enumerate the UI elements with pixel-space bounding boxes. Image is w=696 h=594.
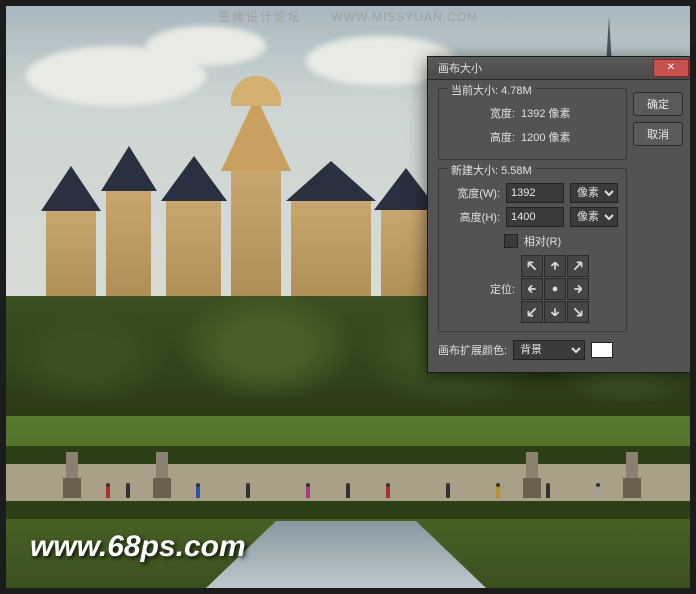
watermark-bottom: www.68ps.com [30,530,246,564]
extension-color-label: 画布扩展颜色: [438,342,513,358]
anchor-bottom-center[interactable] [544,301,566,323]
current-size-heading: 当前大小: [451,85,498,97]
anchor-bottom-left[interactable] [521,301,543,323]
ok-button[interactable]: 确定 [633,92,683,116]
cancel-button[interactable]: 取消 [633,122,683,146]
new-width-label: 宽度(W): [447,185,506,201]
extension-color-select[interactable]: 背景 [513,340,585,360]
new-height-label: 高度(H): [447,209,506,225]
width-unit-select[interactable]: 像素 [570,183,618,203]
dialog-titlebar[interactable]: 画布大小 ✕ [428,57,690,80]
close-button[interactable]: ✕ [653,59,689,77]
current-height-label: 高度: [447,129,521,145]
dialog-title: 画布大小 [438,60,482,76]
anchor-grid [521,255,589,323]
current-height-value: 1200 像素 [521,129,571,145]
new-size-section: 新建大小: 5.58M 宽度(W): 像素 高度(H): [438,168,627,332]
anchor-top-left[interactable] [521,255,543,277]
height-input[interactable] [506,207,564,227]
new-size-value: 5.58M [501,165,532,177]
extension-color-swatch[interactable] [591,342,613,358]
watermark-top: 思缘设计论坛 WWW.MISSYUAN.COM [6,8,690,25]
watermark-top-left: 思缘设计论坛 [218,10,302,24]
extension-color-row: 画布扩展颜色: 背景 [438,340,627,360]
anchor-top-center[interactable] [544,255,566,277]
canvas-size-dialog: 画布大小 ✕ 确定 取消 当前大小: 4.78M 宽度: 13 [427,56,690,373]
height-unit-select[interactable]: 像素 [570,207,618,227]
anchor-bottom-right[interactable] [567,301,589,323]
document-canvas: 思缘设计论坛 WWW.MISSYUAN.COM www.68ps.com 画布大… [6,6,690,588]
current-size-value: 4.78M [501,85,532,97]
close-icon: ✕ [667,63,675,73]
new-size-heading: 新建大小: [451,165,498,177]
anchor-middle-right[interactable] [567,278,589,300]
anchor-middle-left[interactable] [521,278,543,300]
current-width-label: 宽度: [447,105,521,121]
current-width-value: 1392 像素 [521,105,571,121]
relative-label: 相对(R) [524,233,561,249]
watermark-top-right: WWW.MISSYUAN.COM [331,10,478,24]
current-size-section: 当前大小: 4.78M 宽度: 1392 像素 高度: 1200 像素 [438,88,627,160]
anchor-label: 定位: [447,281,521,297]
anchor-top-right[interactable] [567,255,589,277]
width-input[interactable] [506,183,564,203]
anchor-center[interactable] [544,278,566,300]
relative-checkbox[interactable] [504,234,518,248]
